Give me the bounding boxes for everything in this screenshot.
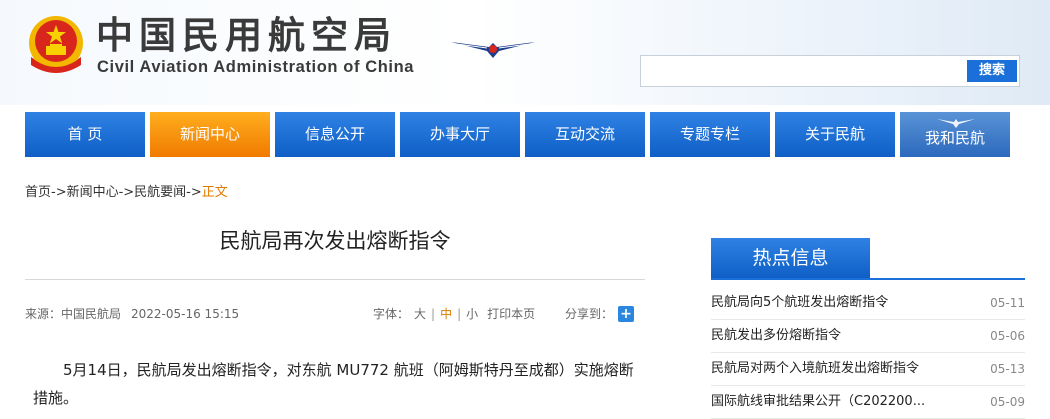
article-meta: 来源：中国民航局 2022-05-16 15:15 字体：大 | 中 | 小打印本页 分…	[25, 306, 645, 322]
hot-info-list: 民航局向5个航班发出熔断指令 05-11 民航发出多份熔断指令 05-06 民航…	[711, 287, 1025, 419]
list-item-date: 05-11	[990, 296, 1025, 310]
article-paragraph: 5月14日，民航局发出熔断指令，对东航 MU772 航班（阿姆斯特丹至成都）实施…	[33, 361, 634, 407]
list-item-date: 05-06	[990, 329, 1025, 343]
search-input[interactable]	[645, 60, 963, 82]
national-emblem-icon	[29, 16, 83, 73]
nav-home[interactable]: 首 页	[25, 112, 145, 157]
nav-me-and-caac-label: 我和民航	[924, 129, 985, 147]
list-item-title[interactable]: 民航局向5个航班发出熔断指令	[711, 287, 888, 319]
list-item-date: 05-09	[990, 395, 1025, 409]
site-title-cn: 中国民用航空局	[96, 14, 397, 57]
nav-me-and-caac[interactable]: 我和民航	[900, 112, 1010, 157]
list-item-title[interactable]: 国际航线审批结果公开（C202200...	[711, 386, 925, 418]
list-item-title[interactable]: 民航局对两个入境航班发出熔断指令	[711, 353, 919, 385]
wings-icon	[937, 119, 975, 128]
nav-special-topics[interactable]: 专题专栏	[650, 112, 770, 157]
search-box: 搜索	[640, 55, 1020, 87]
caac-wings-logo-icon	[451, 42, 535, 58]
article-body: 5月14日，民航局发出熔断指令，对东航 MU772 航班（阿姆斯特丹至成都）实施…	[33, 356, 643, 412]
site-header: 中国民用航空局 Civil Aviation Administration of…	[0, 0, 1050, 105]
list-item[interactable]: 民航局向5个航班发出熔断指令 05-11	[711, 287, 1025, 320]
list-item[interactable]: 民航发出多份熔断指令 05-06	[711, 320, 1025, 353]
article-title: 民航局再次发出熔断指令	[219, 229, 451, 253]
breadcrumb-path[interactable]: 首页->新闻中心->民航要闻->	[25, 185, 202, 200]
font-size-small[interactable]: 小	[466, 307, 478, 321]
font-size-medium[interactable]: 中	[440, 307, 452, 321]
nav-service-hall[interactable]: 办事大厅	[400, 112, 520, 157]
nav-info-disclosure[interactable]: 信息公开	[275, 112, 395, 157]
font-size-controls: 字体：大 | 中 | 小打印本页	[373, 307, 536, 321]
hot-info-title: 热点信息	[711, 238, 870, 278]
article-source: 来源：中国民航局	[25, 307, 122, 321]
breadcrumb: 首页->新闻中心->民航要闻->正文	[25, 185, 228, 201]
title-divider	[25, 279, 645, 280]
list-item-title[interactable]: 民航发出多份熔断指令	[711, 320, 841, 352]
article-date: 2022-05-16 15:15	[131, 307, 240, 321]
hot-info-underline	[711, 278, 1025, 280]
main-nav: 首 页 新闻中心 信息公开 办事大厅 互动交流 专题专栏 关于民航 我和民航	[25, 112, 1010, 157]
search-button[interactable]: 搜索	[967, 60, 1017, 82]
list-item[interactable]: 民航局对两个入境航班发出熔断指令 05-13	[711, 353, 1025, 386]
plus-icon[interactable]: +	[618, 306, 634, 322]
share-label: 分享到：	[565, 307, 614, 321]
font-size-large[interactable]: 大	[414, 307, 426, 321]
nav-news-center[interactable]: 新闻中心	[150, 112, 270, 157]
nav-about[interactable]: 关于民航	[775, 112, 895, 157]
print-page-link[interactable]: 打印本页	[487, 307, 535, 321]
nav-interaction[interactable]: 互动交流	[525, 112, 645, 157]
font-size-label: 字体：	[373, 307, 410, 321]
list-item-date: 05-13	[990, 362, 1025, 376]
list-item[interactable]: 国际航线审批结果公开（C202200... 05-09	[711, 386, 1025, 419]
breadcrumb-current: 正文	[201, 185, 228, 200]
site-title-en: Civil Aviation Administration of China	[97, 58, 415, 76]
